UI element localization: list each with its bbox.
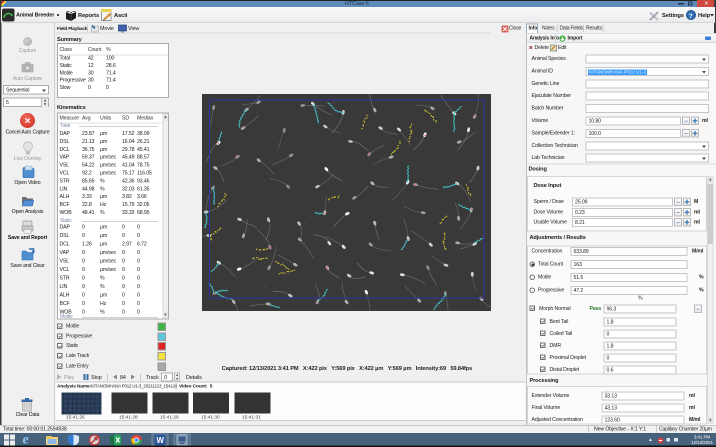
svg-text:W: W xyxy=(156,436,164,445)
